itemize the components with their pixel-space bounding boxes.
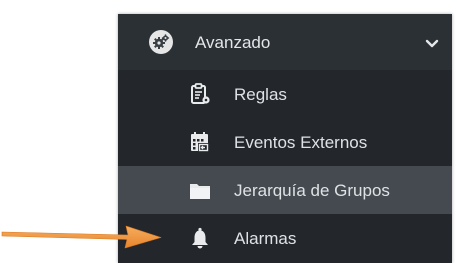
sidebar-menu: Avanzado Reglas Eventos Externos Jerarqu… — [118, 14, 452, 263]
menu-item-reglas[interactable]: Reglas — [118, 70, 452, 118]
menu-item-label: Reglas — [234, 85, 287, 104]
screenshot-stage: Avanzado Reglas Eventos Externos Jerarqu… — [0, 0, 457, 263]
submenu-list: Reglas Eventos Externos Jerarquía de Gru… — [118, 70, 452, 262]
menu-section-label: Avanzado — [195, 33, 271, 52]
orange-arrow-pointer — [1, 225, 162, 249]
menu-section-avanzado[interactable]: Avanzado — [118, 14, 452, 70]
gears-icon — [149, 30, 173, 54]
menu-item-alarmas[interactable]: Alarmas — [118, 214, 452, 262]
menu-item-label: Alarmas — [234, 229, 297, 248]
chevron-down-icon[interactable] — [425, 36, 439, 54]
calendar-import-icon — [188, 130, 212, 154]
bell-icon — [188, 226, 212, 250]
menu-item-label: Eventos Externos — [234, 133, 368, 152]
menu-item-jerarquia-de-grupos[interactable]: Jerarquía de Grupos — [118, 166, 452, 214]
folder-icon — [188, 178, 212, 202]
menu-item-label: Jerarquía de Grupos — [234, 181, 390, 200]
menu-item-eventos-externos[interactable]: Eventos Externos — [118, 118, 452, 166]
clipboard-gear-icon — [188, 82, 212, 106]
